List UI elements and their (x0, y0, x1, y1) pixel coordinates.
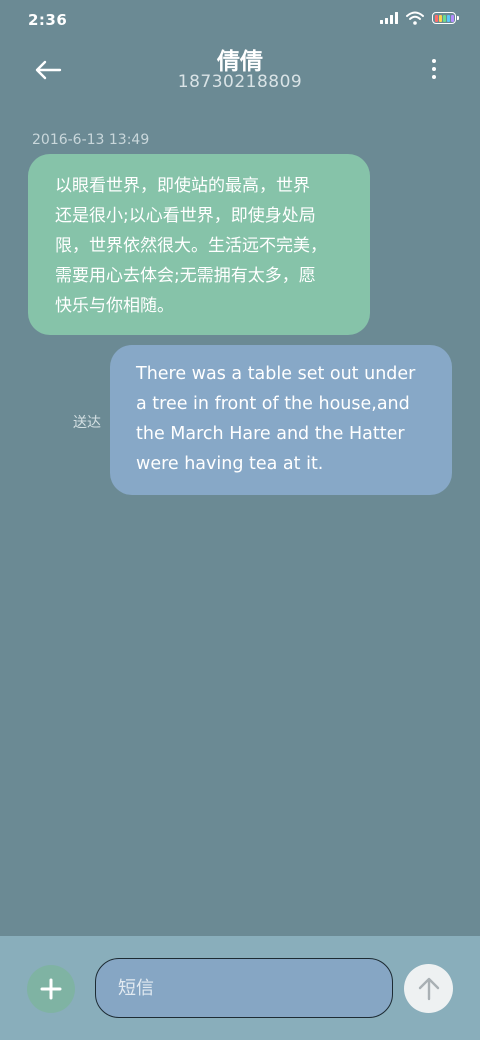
compose-bar (0, 936, 480, 1040)
status-icons (380, 11, 459, 25)
send-button[interactable] (404, 964, 453, 1013)
arrow-up-icon (418, 977, 439, 1000)
status-time: 2:36 (28, 11, 68, 29)
delivery-status: 送达 (73, 415, 101, 431)
battery-icon (432, 12, 459, 24)
sent-message-bubble[interactable]: There was a table set out under a tree i… (110, 345, 452, 495)
add-attachment-button[interactable] (27, 965, 75, 1013)
received-message-bubble[interactable]: 以眼看世界，即使站的最高，世界 还是很小;以心看世界，即使身处局 限，世界依然很… (28, 154, 370, 335)
message-timestamp: 2016-6-13 13:49 (32, 132, 150, 148)
plus-icon (40, 978, 62, 1000)
message-input[interactable] (95, 958, 393, 1018)
more-options-button[interactable] (422, 54, 446, 84)
status-bar: 2:36 (0, 0, 480, 40)
contact-name: 倩倩 (217, 49, 263, 75)
wifi-icon (406, 11, 424, 25)
signal-icon (380, 12, 398, 24)
contact-number: 18730218809 (177, 72, 303, 92)
conversation-header: 倩倩 18730218809 (0, 40, 480, 100)
more-vertical-icon (432, 59, 436, 63)
